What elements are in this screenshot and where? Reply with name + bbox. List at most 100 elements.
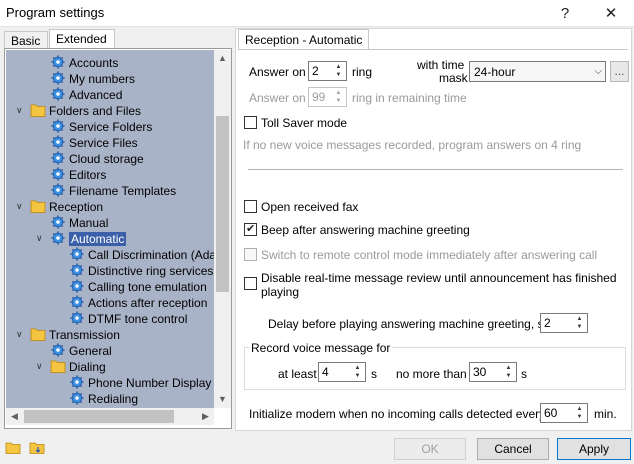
- beep-after-checkbox[interactable]: [244, 222, 257, 236]
- init-modem-value[interactable]: 60: [544, 406, 557, 420]
- tree-item[interactable]: Service Files: [50, 134, 138, 150]
- tree-item[interactable]: Automatic: [50, 230, 127, 246]
- time-mask-value[interactable]: 24-hour: [474, 65, 515, 79]
- spin-up-icon[interactable]: ▲: [573, 405, 586, 413]
- answer-on-stepper[interactable]: 2 ▲ ▼: [308, 61, 347, 81]
- tree-item[interactable]: Manual: [50, 214, 108, 230]
- expander-chevron-icon[interactable]: ∨: [16, 105, 26, 115]
- tree-vertical-scrollbar[interactable]: ▲ ▼: [214, 50, 231, 408]
- help-button[interactable]: ?: [542, 0, 588, 27]
- spin-up-icon[interactable]: ▲: [502, 364, 515, 372]
- spin-down-icon[interactable]: ▼: [573, 323, 586, 331]
- spin-down-icon[interactable]: ▼: [332, 71, 345, 79]
- expander-chevron-icon[interactable]: ∨: [36, 233, 46, 243]
- tree-item[interactable]: Actions after reception: [69, 294, 207, 310]
- delay-value[interactable]: 2: [544, 316, 551, 330]
- tree-item[interactable]: Reception: [30, 198, 103, 214]
- at-least-value[interactable]: 4: [322, 365, 329, 379]
- at-least-stepper[interactable]: 4 ▲ ▼: [318, 362, 366, 382]
- ok-button[interactable]: OK: [394, 438, 466, 460]
- spin-down-icon[interactable]: ▼: [332, 97, 345, 105]
- tree-item[interactable]: Distinctive ring services: [69, 262, 213, 278]
- time-mask-browse-button[interactable]: ...: [610, 61, 629, 82]
- no-more-than-stepper[interactable]: 30 ▲ ▼: [469, 362, 517, 382]
- no-more-than-value[interactable]: 30: [473, 365, 486, 379]
- tab-basic[interactable]: Basic: [4, 31, 48, 49]
- gear-icon: [50, 71, 66, 85]
- gear-icon: [50, 87, 66, 101]
- open-folder-icon[interactable]: [5, 440, 22, 455]
- tree-item[interactable]: Advanced: [50, 86, 122, 102]
- settings-tree[interactable]: Accounts My numbers Advanced Folders and Fi…: [6, 50, 214, 408]
- tree-item[interactable]: Folders and Files: [30, 102, 141, 118]
- close-button[interactable]: ✕: [588, 0, 634, 27]
- disable-review-checkbox[interactable]: [244, 277, 257, 290]
- cancel-button[interactable]: Cancel: [477, 438, 549, 460]
- tree-item[interactable]: Cloud storage: [50, 150, 144, 166]
- expander-chevron-icon[interactable]: ∨: [16, 201, 26, 211]
- expander-chevron-icon[interactable]: ∨: [36, 361, 46, 371]
- scroll-left-arrow-icon[interactable]: ◀: [6, 408, 23, 425]
- panel-tab[interactable]: Reception - Automatic: [238, 29, 370, 50]
- chevron-down-icon[interactable]: ⌵: [594, 66, 602, 77]
- spin-up-icon[interactable]: ▲: [573, 315, 586, 323]
- toll-saver-checkbox[interactable]: [244, 116, 257, 129]
- tree-item[interactable]: Accounts: [50, 54, 118, 70]
- tree-horizontal-scrollbar[interactable]: ◀ ▶: [6, 408, 214, 425]
- tree-item[interactable]: Call Discrimination (Ada: [69, 246, 214, 262]
- scroll-up-arrow-icon[interactable]: ▲: [214, 50, 231, 67]
- gear-icon: [50, 167, 66, 181]
- answer-on-remaining-stepper[interactable]: 99 ▲ ▼: [308, 87, 347, 107]
- answer-on-label: Answer on: [249, 65, 306, 79]
- scroll-thumb[interactable]: [216, 116, 229, 292]
- spin-up-icon[interactable]: ▲: [332, 63, 345, 71]
- tree-item-label: Phone Number Display: [88, 375, 212, 390]
- tree-item[interactable]: Phone Number Display: [69, 374, 211, 390]
- settings-tree-frame: Accounts My numbers Advanced Folders and Fi…: [4, 48, 232, 429]
- tree-item-label: DTMF tone control: [88, 311, 188, 326]
- apply-button[interactable]: Apply: [557, 438, 631, 460]
- spin-down-icon[interactable]: ▼: [351, 372, 364, 380]
- gear-icon: [50, 135, 66, 149]
- tree-item[interactable]: DTMF tone control: [69, 310, 187, 326]
- gear-icon: [50, 231, 66, 245]
- gear-icon: [69, 391, 85, 405]
- answer-on-value[interactable]: 2: [312, 64, 319, 78]
- tree-item[interactable]: Redialing: [69, 390, 138, 406]
- answer-on-remaining-label: Answer on: [249, 91, 306, 105]
- tree-item[interactable]: Editors: [50, 166, 106, 182]
- open-fax-checkbox[interactable]: [244, 200, 257, 213]
- answer-on-remaining-value[interactable]: 99: [312, 90, 325, 104]
- scroll-right-arrow-icon[interactable]: ▶: [197, 408, 214, 425]
- tree-item[interactable]: Dialing: [50, 358, 106, 374]
- spin-up-icon[interactable]: ▲: [351, 364, 364, 372]
- spin-up-icon[interactable]: ▲: [332, 89, 345, 97]
- delay-stepper[interactable]: 2 ▲ ▼: [540, 313, 588, 333]
- switch-remote-label: Switch to remote control mode immediatel…: [261, 248, 598, 262]
- gear-icon: [50, 55, 66, 69]
- no-more-than-unit: s: [521, 367, 527, 381]
- disable-review-label-line1: Disable real-time message review until a…: [261, 271, 617, 285]
- tree-item-label: Transmission: [49, 327, 120, 342]
- tree-item[interactable]: Transmission: [30, 326, 120, 342]
- tree-item[interactable]: Service Folders: [50, 118, 152, 134]
- spin-down-icon[interactable]: ▼: [502, 372, 515, 380]
- tree-item[interactable]: Calling tone emulation: [69, 278, 207, 294]
- at-least-unit: s: [371, 367, 377, 381]
- tree-item[interactable]: Filename Templates: [50, 182, 176, 198]
- time-mask-select[interactable]: 24-hour ⌵: [469, 61, 606, 82]
- tab-extended[interactable]: Extended: [49, 29, 115, 49]
- expander-chevron-icon[interactable]: ∨: [16, 329, 26, 339]
- tree-item[interactable]: My numbers: [50, 70, 135, 86]
- init-modem-stepper[interactable]: 60 ▲ ▼: [540, 403, 588, 423]
- folder-icon: [30, 199, 46, 213]
- beep-after-label: Beep after answering machine greeting: [261, 223, 470, 237]
- spin-down-icon[interactable]: ▼: [573, 413, 586, 421]
- tree-item[interactable]: General: [50, 342, 112, 358]
- disable-review-label-line2: playing: [261, 285, 300, 299]
- switch-remote-checkbox[interactable]: [244, 248, 257, 261]
- scroll-down-arrow-icon[interactable]: ▼: [214, 391, 231, 408]
- save-folder-icon[interactable]: [29, 440, 46, 455]
- window-title: Program settings: [6, 5, 105, 20]
- hscroll-thumb[interactable]: [24, 410, 174, 423]
